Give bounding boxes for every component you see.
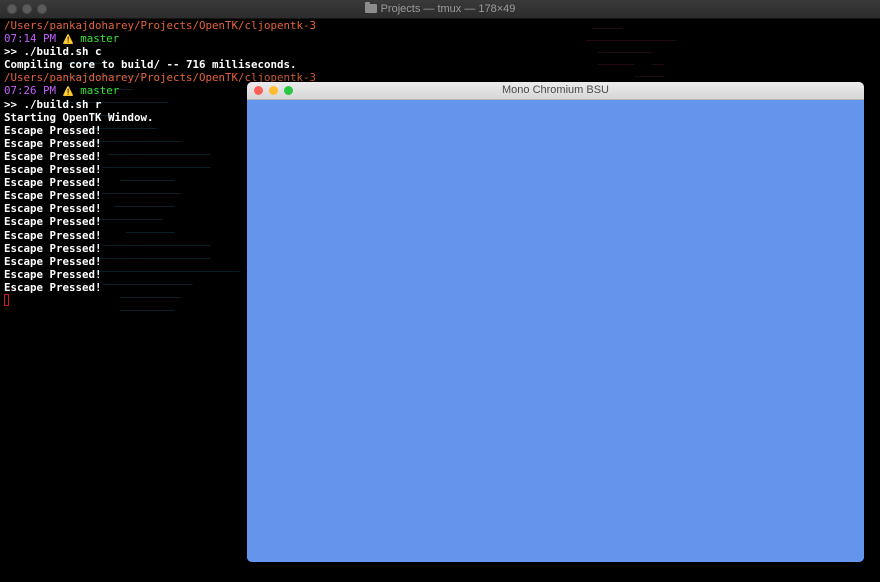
terminal-text: Escape Pressed! <box>4 215 102 229</box>
warning-icon: ⚠️ <box>62 87 74 98</box>
terminal-cursor <box>4 293 9 306</box>
terminal-text: Escape Pressed! <box>4 280 102 294</box>
terminal-titlebar[interactable]: Projects — tmux — 178×49 <box>0 0 880 19</box>
terminal-text: 07:14 PM <box>4 32 63 46</box>
terminal-text: Escape Pressed! <box>4 176 102 190</box>
terminal-line: >> ./build.sh c <box>4 45 316 58</box>
game-canvas[interactable] <box>247 100 864 562</box>
terminal-text: master <box>73 84 120 98</box>
app-title: Mono Chromium BSU <box>502 84 609 96</box>
terminal-text: Escape Pressed! <box>4 189 102 203</box>
terminal-text: master <box>73 32 120 46</box>
terminal-text: Escape Pressed! <box>4 228 102 242</box>
terminal-line: Compiling core to build/ -- 716 millisec… <box>4 58 316 71</box>
terminal-text: Starting OpenTK Window. <box>4 110 154 124</box>
terminal-text: Escape Pressed! <box>4 202 102 216</box>
terminal-text: Escape Pressed! <box>4 254 102 268</box>
terminal-title: Projects — tmux — 178×49 <box>0 0 880 18</box>
folder-icon <box>364 2 377 13</box>
terminal-text: Compiling core to build/ -- 716 millisec… <box>4 58 297 72</box>
terminal-text: Escape Pressed! <box>4 267 102 281</box>
terminal-line: /Users/pankajdoharey/Projects/OpenTK/clj… <box>4 19 316 32</box>
terminal-text: >> ./build.sh r <box>4 97 102 111</box>
terminal-title-text: Projects — tmux — 178×49 <box>380 3 516 15</box>
terminal-text: Escape Pressed! <box>4 123 102 137</box>
terminal-text: Escape Pressed! <box>4 241 102 255</box>
terminal-text: /Users/pankajdoharey/Projects/OpenTK/clj… <box>4 19 317 32</box>
app-titlebar[interactable]: Mono Chromium BSU <box>247 82 864 100</box>
warning-icon: ⚠️ <box>62 35 74 46</box>
terminal-text: Escape Pressed! <box>4 163 102 177</box>
terminal-text: Escape Pressed! <box>4 136 102 150</box>
terminal-line: 07:14 PM ⚠️ master <box>4 32 316 45</box>
terminal-text: 07:26 PM <box>4 84 63 98</box>
app-window[interactable]: Mono Chromium BSU <box>247 82 864 562</box>
terminal-text: >> ./build.sh c <box>4 45 102 59</box>
background-ghost-text-right: ───── ─────────────── ───────── ────── ─… <box>586 24 677 83</box>
terminal-text: Escape Pressed! <box>4 149 102 163</box>
